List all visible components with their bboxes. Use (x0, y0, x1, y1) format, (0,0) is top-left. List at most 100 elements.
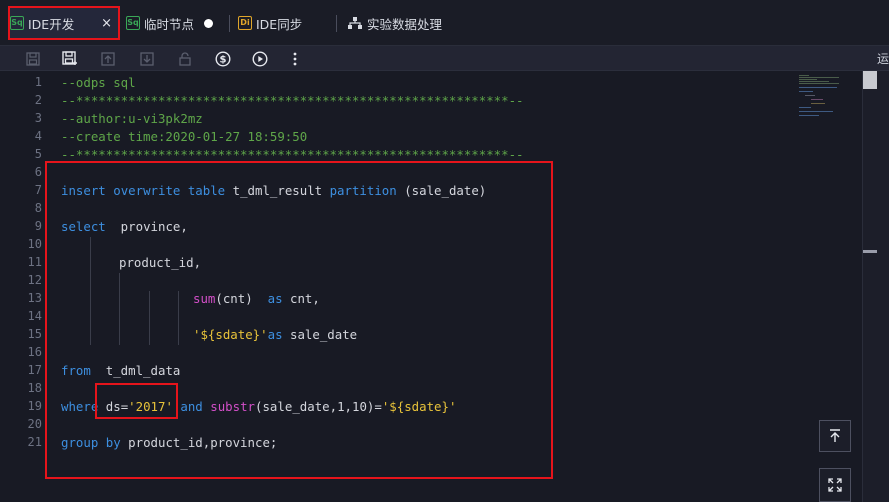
keyword: as (267, 327, 283, 342)
keyword: table (187, 183, 226, 198)
line-number: 17 (27, 363, 42, 377)
code-line-15: '${sdate}'as sale_date (193, 327, 357, 342)
line-number: 13 (27, 291, 42, 305)
line-number: 6 (34, 165, 42, 179)
minimap-line (799, 75, 809, 76)
line-number: 15 (27, 327, 42, 341)
code-line-19: where ds='2017' and substr(sale_date,1,1… (61, 399, 456, 414)
tab-label: 实验数据处理 (367, 16, 443, 32)
code-line-21: group by product_id,province; (61, 435, 277, 450)
indent-guide (119, 273, 120, 345)
keyword: group (61, 435, 99, 450)
tab-experiment-data[interactable]: 实验数据处理 (348, 8, 442, 38)
minimap-line (799, 87, 837, 88)
line-number: 9 (34, 219, 42, 233)
minimap-line (805, 95, 815, 96)
scroll-top-icon (830, 429, 840, 442)
code-text: ds= (98, 399, 129, 414)
run-icon[interactable] (250, 49, 270, 68)
save-as-icon[interactable] (60, 49, 80, 68)
close-tab-icon[interactable]: × (101, 16, 112, 31)
line-number: 19 (27, 399, 42, 413)
lock-icon[interactable] (175, 49, 195, 68)
vertical-scrollbar[interactable] (862, 71, 889, 502)
line-number: 21 (27, 435, 42, 449)
minimap-line (799, 91, 813, 92)
indent-guide (178, 291, 179, 345)
sql-node-icon: Sq (126, 16, 140, 30)
minimap-line (799, 77, 839, 78)
tab-label: IDE同步 (256, 16, 303, 32)
line-number: 4 (34, 129, 42, 143)
scroll-to-top-button[interactable] (819, 420, 851, 452)
line-number: 2 (34, 93, 42, 107)
highlight-box-sql-block (45, 161, 553, 479)
code-line-3: --author:u-vi3pk2mz (61, 111, 203, 126)
keyword: select (61, 219, 106, 234)
line-number: 14 (27, 309, 42, 323)
keyword: and (180, 399, 203, 414)
fullscreen-button[interactable] (819, 468, 851, 502)
tab-temp-node[interactable]: Sq 临时节点 (126, 8, 214, 38)
unsaved-dot-icon (204, 18, 214, 28)
string-literal: '${sdate}' (381, 399, 457, 414)
code-text: product_id,province; (120, 435, 278, 450)
code-line-4: --create time:2020-01-27 18:59:50 (61, 129, 308, 144)
code-line-17: from t_dml_data (61, 363, 180, 378)
line-number: 18 (27, 381, 42, 395)
function-name: sum (193, 291, 216, 306)
sql-node-icon: Sq (10, 16, 24, 30)
more-icon[interactable] (285, 49, 305, 68)
keyword: as (267, 291, 283, 306)
code-line-5: --**************************************… (61, 147, 524, 162)
run-label[interactable]: 运 (877, 50, 889, 67)
fullscreen-icon (828, 478, 842, 492)
keyword: where (61, 399, 99, 414)
scroll-thumb[interactable] (863, 250, 877, 253)
tab-ide-sync[interactable]: Di IDE同步 (238, 8, 302, 38)
line-number: 11 (27, 255, 42, 269)
scroll-marker (863, 71, 877, 89)
minimap-line (799, 81, 829, 82)
minimap-line (799, 83, 839, 84)
save-icon[interactable] (23, 49, 43, 68)
indent-guide (90, 237, 91, 345)
string-literal: '${sdate}' (193, 327, 268, 342)
minimap-line (811, 99, 823, 100)
keyword: from (61, 363, 91, 378)
minimap-line (799, 107, 811, 108)
code-line-13: sum(cnt) as cnt, (193, 291, 320, 306)
code-text: product_id, (119, 255, 202, 270)
cost-estimate-icon[interactable]: $ (213, 49, 233, 68)
line-number: 1 (34, 75, 42, 89)
line-number: 12 (27, 273, 42, 287)
indent-guide (149, 291, 150, 345)
line-number: 3 (34, 111, 42, 125)
line-number: 7 (34, 183, 42, 197)
submit-icon[interactable] (98, 49, 118, 68)
line-number: 10 (27, 237, 42, 251)
code-line-1: --odps sql (61, 75, 136, 90)
line-number: 5 (34, 147, 42, 161)
line-number: 8 (34, 201, 42, 215)
download-icon[interactable] (137, 49, 157, 68)
svg-text:$: $ (220, 54, 227, 65)
code-text: (sale_date) (396, 183, 487, 198)
code-text: province, (105, 219, 188, 234)
tab-ide-dev[interactable]: Sq IDE开发 × (8, 6, 120, 40)
keyword: partition (329, 183, 397, 198)
code-line-7: insert overwrite table t_dml_result part… (61, 183, 486, 198)
tab-bar: Sq IDE开发 × Sq 临时节点 Di IDE同步 实验数据处理 (0, 0, 889, 46)
code-line-2: --**************************************… (61, 93, 524, 108)
tab-divider (229, 15, 230, 32)
code-text: cnt, (282, 291, 320, 306)
code-text: t_dml_data (90, 363, 181, 378)
code-text: (sale_date,1,10)= (255, 399, 382, 414)
line-number: 16 (27, 345, 42, 359)
code-line-9: select province, (61, 219, 188, 234)
code-editor[interactable]: 1 2 3 4 5 6 7 8 9 10 11 12 13 14 15 16 1… (0, 71, 862, 502)
code-text: t_dml_result (225, 183, 330, 198)
code-line-11: product_id, (119, 255, 201, 270)
tab-divider (336, 15, 337, 32)
function-name: substr (210, 399, 256, 414)
